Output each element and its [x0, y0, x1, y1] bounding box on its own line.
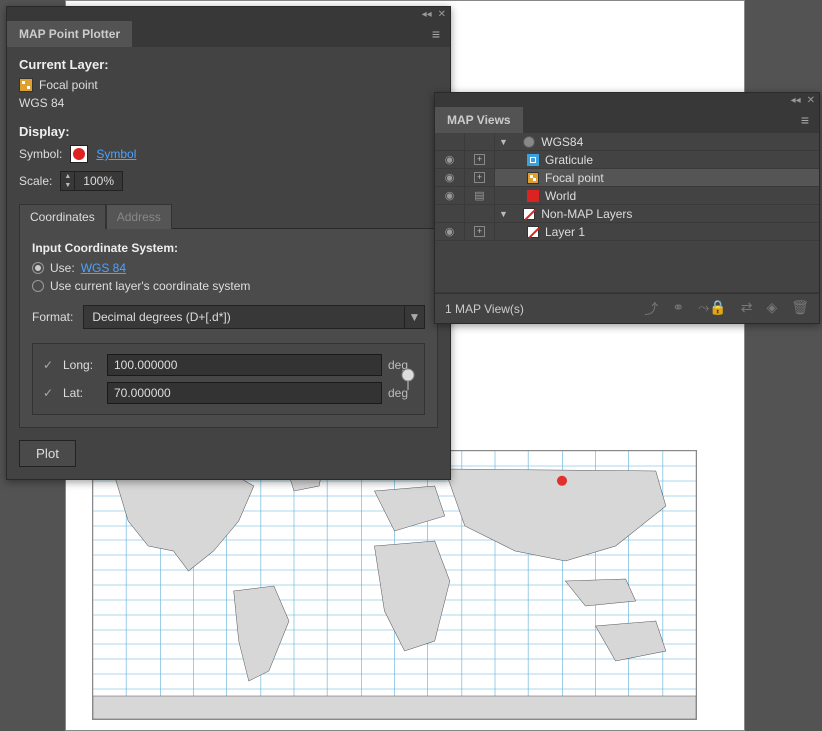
tree-label: Layer 1 [545, 225, 585, 239]
tree-row[interactable]: ◉ ▤ World [435, 187, 819, 205]
lat-label: Lat: [63, 386, 101, 400]
world-map[interactable] [92, 450, 697, 720]
use-current-label: Use current layer's coordinate system [50, 279, 250, 293]
format-label: Format: [32, 310, 73, 324]
plotter-titlebar[interactable]: ◂◂ ✕ [7, 7, 450, 21]
views-tab[interactable]: MAP Views [435, 107, 523, 133]
tree-label: Graticule [545, 153, 593, 167]
link-icon[interactable]: ⚭ [672, 299, 684, 319]
layer-name: Focal point [39, 78, 98, 92]
views-tree[interactable]: ▼ WGS84 ◉ + Graticule ◉ + Focal point ◉ … [435, 133, 819, 293]
views-status: 1 MAP View(s) [445, 302, 524, 316]
tree-label: Focal point [545, 171, 604, 185]
expand-icon[interactable]: + [474, 226, 485, 237]
format-combo[interactable]: Decimal degrees (D+[.d*]) ▼ [83, 305, 425, 329]
tree-row-nonmap[interactable]: ▼ Non-MAP Layers [435, 205, 819, 223]
swap-icon[interactable]: ⇄ [741, 299, 753, 319]
views-titlebar[interactable]: ◂◂ ✕ [435, 93, 819, 107]
close-icon[interactable]: ✕ [807, 95, 815, 106]
graticule-icon [527, 154, 539, 166]
nonmap-icon [523, 208, 535, 220]
tree-row[interactable]: ◉ + Layer 1 [435, 223, 819, 241]
map-point-plotter-panel: ◂◂ ✕ MAP Point Plotter ≡ Current Layer: … [6, 6, 451, 480]
layers-icon[interactable]: ◈ [766, 299, 777, 319]
expand-icon[interactable]: + [474, 154, 485, 165]
chevron-down-icon[interactable]: ▼ [404, 306, 424, 328]
format-value: Decimal degrees (D+[.d*]) [84, 306, 404, 328]
symbol-label: Symbol: [19, 147, 62, 161]
expand-icon[interactable]: + [474, 172, 485, 183]
world-icon [527, 190, 539, 202]
collapse-icon[interactable]: ◂◂ [422, 9, 432, 20]
visibility-toggle[interactable]: ◉ [435, 169, 465, 186]
crs-label: WGS 84 [19, 96, 438, 110]
radio-use[interactable] [32, 262, 44, 274]
tree-label: Non-MAP Layers [541, 207, 632, 221]
layer-icon [19, 78, 33, 92]
long-label: Long: [63, 358, 101, 372]
visibility-toggle[interactable]: ◉ [435, 151, 465, 168]
nonmap-icon [527, 226, 539, 238]
globe-icon [523, 136, 535, 148]
symbol-link[interactable]: Symbol [96, 147, 136, 161]
tree-row-root[interactable]: ▼ WGS84 [435, 133, 819, 151]
plotter-tab[interactable]: MAP Point Plotter [7, 21, 132, 47]
visibility-toggle[interactable]: ◉ [435, 187, 465, 204]
display-heading: Display: [19, 124, 438, 139]
tree-row[interactable]: ◉ + Focal point [435, 169, 819, 187]
tab-address[interactable]: Address [106, 204, 172, 229]
layer-icon [527, 172, 539, 184]
symbol-swatch[interactable] [70, 145, 88, 163]
scale-up-icon[interactable]: ▲ [61, 172, 74, 181]
caret-down-icon[interactable]: ▼ [499, 209, 508, 219]
check-icon: ✓ [43, 358, 57, 372]
radio-current-layer[interactable] [32, 280, 44, 292]
upload-icon[interactable]: ⤴ [644, 299, 658, 319]
collapse-icon[interactable]: ◂◂ [791, 95, 801, 106]
list-icon[interactable]: ▤ [465, 187, 495, 204]
scale-stepper[interactable]: ▲ ▼ 100% [60, 171, 123, 191]
use-label: Use: [50, 261, 75, 275]
plot-button[interactable]: Plot [19, 440, 76, 467]
tree-label: WGS84 [541, 135, 583, 149]
trash-icon[interactable]: 🗑 [791, 299, 809, 319]
use-crs-link[interactable]: WGS 84 [81, 261, 126, 275]
scale-value[interactable]: 100% [75, 172, 122, 190]
input-cs-heading: Input Coordinate System: [32, 241, 425, 255]
scale-label: Scale: [19, 174, 52, 188]
caret-down-icon[interactable]: ▼ [499, 137, 508, 147]
visibility-toggle[interactable]: ◉ [435, 223, 465, 240]
tree-row[interactable]: ◉ + Graticule [435, 151, 819, 169]
longitude-input[interactable] [107, 354, 382, 376]
close-icon[interactable]: ✕ [438, 9, 446, 20]
tree-label: World [545, 189, 576, 203]
panel-menu-icon[interactable]: ≡ [791, 112, 819, 128]
lock-icon[interactable]: ⤳🔒 [698, 299, 727, 319]
scale-down-icon[interactable]: ▼ [61, 181, 74, 190]
focal-point-marker [557, 476, 567, 486]
pin-icon[interactable] [400, 368, 416, 390]
map-views-panel: ◂◂ ✕ MAP Views ≡ ▼ WGS84 ◉ + Graticule ◉… [434, 92, 820, 324]
tab-coordinates[interactable]: Coordinates [19, 204, 106, 229]
latitude-input[interactable] [107, 382, 382, 404]
panel-menu-icon[interactable]: ≡ [422, 26, 450, 42]
check-icon: ✓ [43, 386, 57, 400]
current-layer-heading: Current Layer: [19, 57, 438, 72]
